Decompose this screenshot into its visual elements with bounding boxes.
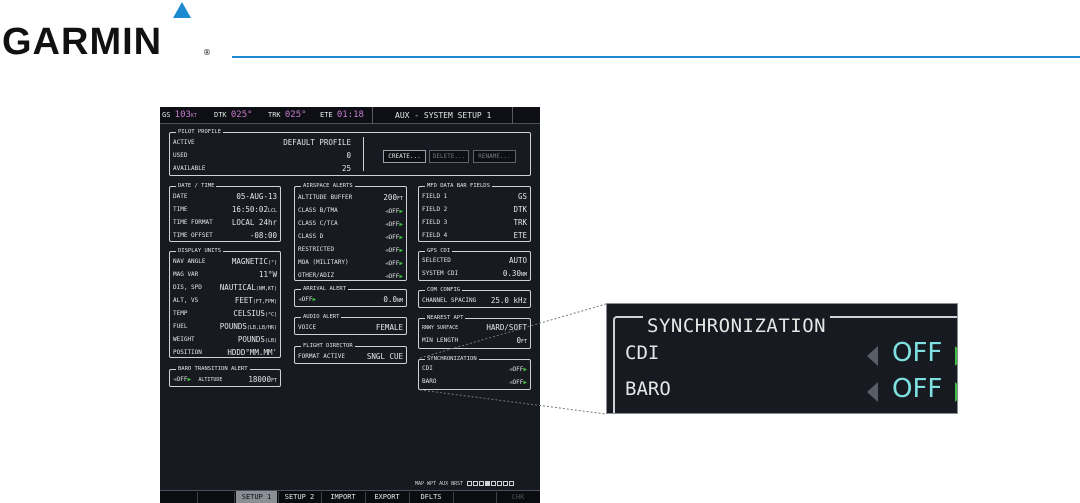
callout-title: SYNCHRONIZATION (643, 315, 831, 337)
callout-cdi-row[interactable]: CDI OFF (625, 338, 957, 370)
arrow-left-icon (867, 346, 878, 366)
callout-baro-row[interactable]: BARO OFF (625, 374, 957, 406)
arrow-right-icon (955, 382, 957, 402)
callout-leader-lines (419, 303, 607, 415)
arrow-left-icon (867, 382, 878, 402)
arrow-right-icon (955, 346, 957, 366)
synchronization-callout: SYNCHRONIZATION CDI OFF BARO OFF (606, 303, 958, 414)
